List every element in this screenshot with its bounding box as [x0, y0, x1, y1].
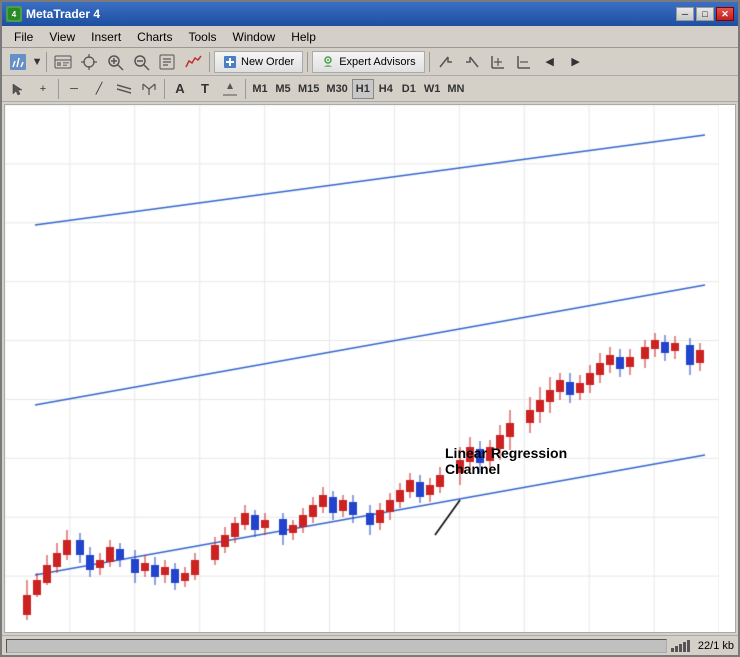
separator-2 — [209, 52, 210, 72]
tf-h1[interactable]: H1 — [352, 79, 374, 99]
tf-w1[interactable]: W1 — [421, 79, 444, 99]
tf-m30[interactable]: M30 — [323, 79, 350, 99]
toolbar-main: ▼ — [2, 48, 738, 76]
app-icon: 4 — [6, 6, 22, 22]
toolbar-chart-minus[interactable] — [512, 51, 536, 73]
toolbar-zoom-out[interactable] — [129, 51, 153, 73]
toolbar-arrow-right[interactable] — [460, 51, 484, 73]
toolbar-scroll-right[interactable]: ▶ — [564, 51, 588, 73]
tool-line[interactable]: ╱ — [87, 78, 111, 100]
sep-draw-2 — [164, 79, 165, 99]
tool-crosshair[interactable]: + — [31, 78, 55, 100]
tool-horizontal-line[interactable]: ─ — [62, 78, 86, 100]
toolbar-scroll-left[interactable]: ◀ — [538, 51, 562, 73]
menu-help[interactable]: Help — [283, 28, 324, 46]
close-button[interactable]: ✕ — [716, 7, 734, 21]
new-order-label: New Order — [241, 56, 294, 68]
expert-advisors-label: Expert Advisors — [339, 56, 415, 68]
tool-pitchfork[interactable] — [137, 78, 161, 100]
title-bar: 4 MetaTrader 4 ─ □ ✕ — [2, 2, 738, 26]
toolbar-crosshair[interactable] — [77, 51, 101, 73]
chart-area[interactable]: Linear Regression Channel — [4, 104, 736, 633]
tool-text-T[interactable]: T — [193, 78, 217, 100]
expert-advisors-button[interactable]: Expert Advisors — [312, 51, 424, 73]
menu-file[interactable]: File — [6, 28, 41, 46]
toolbar-drawing: + ─ ╱ A T — [2, 76, 738, 102]
sep-draw-3 — [245, 79, 246, 99]
tf-h4[interactable]: H4 — [375, 79, 397, 99]
toolbar-zoom-in[interactable] — [103, 51, 127, 73]
toolbar-new-chart[interactable] — [6, 51, 30, 73]
menu-tools[interactable]: Tools — [181, 28, 225, 46]
status-right: 22/1 kb — [671, 640, 734, 652]
window-title: MetaTrader 4 — [26, 7, 676, 21]
separator-1 — [46, 52, 47, 72]
svg-text:4: 4 — [12, 10, 17, 19]
toolbar-indicators[interactable] — [181, 51, 205, 73]
tf-m5[interactable]: M5 — [272, 79, 294, 99]
toolbar-arrow-left[interactable] — [434, 51, 458, 73]
status-bar: 22/1 kb — [2, 635, 738, 655]
tf-m15[interactable]: M15 — [295, 79, 322, 99]
sep-draw-1 — [58, 79, 59, 99]
menu-bar: File View Insert Charts Tools Window Hel… — [2, 26, 738, 48]
toolbar-dropdown-arrow[interactable]: ▼ — [32, 51, 42, 73]
tf-mn[interactable]: MN — [444, 79, 467, 99]
tool-channels[interactable] — [112, 78, 136, 100]
tf-d1[interactable]: D1 — [398, 79, 420, 99]
scrollbar[interactable] — [6, 639, 667, 653]
toolbar-profiles[interactable] — [51, 51, 75, 73]
menu-view[interactable]: View — [41, 28, 83, 46]
window-controls: ─ □ ✕ — [676, 7, 734, 21]
tool-arrow-cursor[interactable] — [6, 78, 30, 100]
menu-window[interactable]: Window — [225, 28, 284, 46]
status-info: 22/1 kb — [698, 640, 734, 652]
toolbar-properties[interactable] — [155, 51, 179, 73]
maximize-button[interactable]: □ — [696, 7, 714, 21]
tool-arrow-mark[interactable] — [218, 78, 242, 100]
menu-insert[interactable]: Insert — [83, 28, 129, 46]
separator-3 — [307, 52, 308, 72]
signal-bars-icon — [671, 640, 690, 652]
menu-charts[interactable]: Charts — [129, 28, 180, 46]
separator-4 — [429, 52, 430, 72]
toolbar-chart-plus[interactable] — [486, 51, 510, 73]
main-window: 4 MetaTrader 4 ─ □ ✕ File View Insert Ch… — [0, 0, 740, 657]
tf-m1[interactable]: M1 — [249, 79, 271, 99]
minimize-button[interactable]: ─ — [676, 7, 694, 21]
new-order-button[interactable]: New Order — [214, 51, 303, 73]
tool-text-label-A[interactable]: A — [168, 78, 192, 100]
